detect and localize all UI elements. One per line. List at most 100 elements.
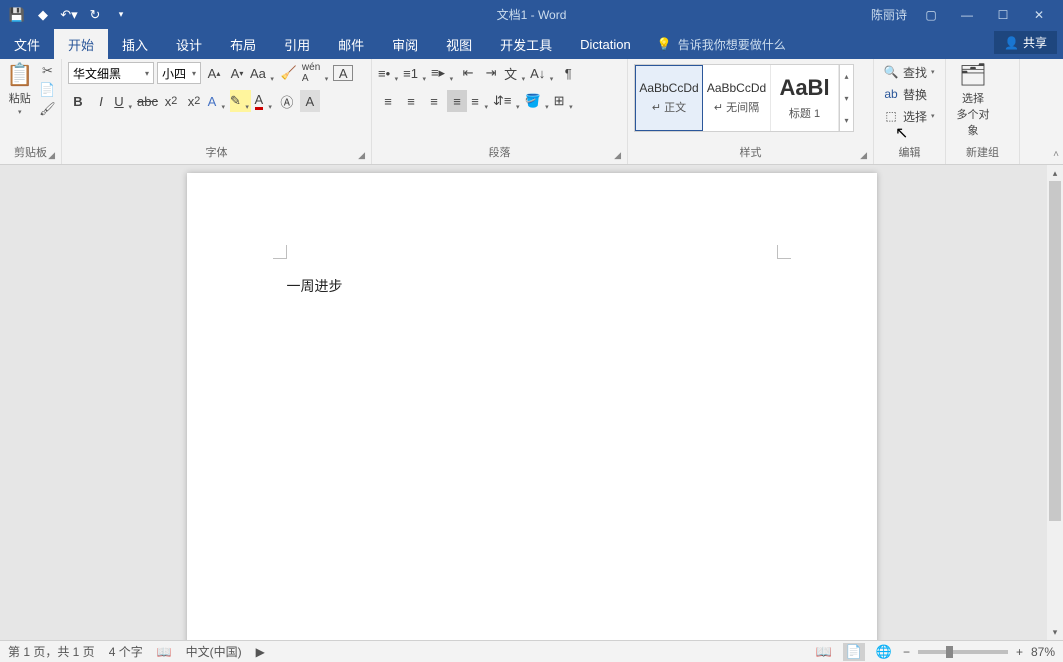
- highlight-button[interactable]: ✎: [230, 90, 251, 112]
- tab-developer[interactable]: 开发工具: [486, 29, 566, 59]
- styles-group-label: 样式 ◢: [634, 142, 867, 164]
- phonetic-guide-button[interactable]: wénA: [302, 62, 330, 84]
- decrease-indent-icon[interactable]: ⇤: [458, 62, 478, 84]
- font-color-button[interactable]: A: [254, 90, 274, 112]
- cut-icon[interactable]: ✂: [37, 62, 57, 80]
- scroll-thumb[interactable]: [1049, 181, 1061, 521]
- tab-view[interactable]: 视图: [432, 29, 486, 59]
- shading-button[interactable]: 🪣: [524, 90, 550, 112]
- collapse-ribbon-icon[interactable]: ˄: [1053, 149, 1059, 160]
- maximize-icon[interactable]: ☐: [985, 3, 1021, 27]
- proofing-icon[interactable]: 📖: [157, 645, 172, 659]
- copy-icon[interactable]: 📄: [37, 81, 57, 99]
- font-name-combo[interactable]: 华文细黑 ▾: [68, 62, 154, 84]
- character-border-icon[interactable]: A: [333, 65, 353, 81]
- macro-icon[interactable]: ▶: [256, 645, 265, 659]
- page-info[interactable]: 第 1 页，共 1 页: [8, 643, 95, 660]
- tab-references[interactable]: 引用: [270, 29, 324, 59]
- find-button[interactable]: 🔍 查找 ▾: [880, 62, 938, 82]
- qat-customize-icon[interactable]: ▾: [110, 4, 132, 26]
- styles-more-icon[interactable]: ▾: [840, 109, 853, 131]
- align-center-icon[interactable]: ≡: [401, 90, 421, 112]
- save-icon[interactable]: 💾: [6, 4, 28, 26]
- document-content[interactable]: 一周进步: [287, 275, 344, 296]
- tab-file[interactable]: 文件: [0, 29, 54, 59]
- character-shading-icon[interactable]: A: [300, 90, 320, 112]
- scroll-up-icon[interactable]: ▴: [1047, 165, 1063, 181]
- zoom-in-icon[interactable]: +: [1016, 645, 1023, 659]
- enclose-characters-icon[interactable]: Ⓐ: [277, 90, 297, 112]
- styles-launcher-icon[interactable]: ◢: [860, 150, 867, 161]
- replace-button[interactable]: ab 替换: [880, 84, 938, 104]
- bullets-button[interactable]: ≡•: [378, 62, 400, 84]
- zoom-slider[interactable]: [918, 650, 1008, 654]
- styles-scroll: ▴ ▾ ▾: [839, 65, 853, 131]
- paste-button[interactable]: 📋 粘贴 ▾: [6, 62, 33, 116]
- font-launcher-icon[interactable]: ◢: [358, 150, 365, 161]
- bold-button[interactable]: B: [68, 90, 88, 112]
- tab-design[interactable]: 设计: [162, 29, 216, 59]
- tab-home[interactable]: 开始: [54, 29, 108, 59]
- read-mode-icon[interactable]: 📖: [813, 643, 835, 661]
- text-effects-button[interactable]: A: [207, 90, 227, 112]
- tab-insert[interactable]: 插入: [108, 29, 162, 59]
- close-icon[interactable]: ✕: [1021, 3, 1057, 27]
- zoom-out-icon[interactable]: −: [903, 645, 910, 659]
- show-marks-icon[interactable]: ¶: [558, 62, 578, 84]
- styles-down-icon[interactable]: ▾: [840, 87, 853, 109]
- tab-dictation[interactable]: Dictation: [566, 29, 645, 59]
- clipboard-launcher-icon[interactable]: ◢: [48, 150, 55, 161]
- grow-font-icon[interactable]: A▴: [204, 62, 224, 84]
- sort-button[interactable]: A↓: [530, 62, 555, 84]
- distribute-button[interactable]: ≡: [470, 90, 490, 112]
- underline-button[interactable]: U: [114, 90, 134, 112]
- shrink-font-icon[interactable]: A▾: [227, 62, 247, 84]
- subscript-button[interactable]: x2: [161, 90, 181, 112]
- style-nospacing[interactable]: AaBbCcDd ↵ 无间隔: [703, 65, 771, 131]
- increase-indent-icon[interactable]: ⇥: [481, 62, 501, 84]
- ribbon-display-icon[interactable]: ▢: [913, 3, 949, 27]
- web-layout-icon[interactable]: 🌐: [873, 643, 895, 661]
- print-layout-icon[interactable]: 📄: [843, 643, 865, 661]
- clear-formatting-icon[interactable]: 🧹: [279, 62, 299, 84]
- style-preview: AaBbCcDd: [707, 81, 766, 95]
- style-heading1[interactable]: AaBl 标题 1: [771, 65, 839, 131]
- scroll-down-icon[interactable]: ▾: [1047, 624, 1063, 640]
- share-button[interactable]: 👤 共享: [994, 31, 1057, 54]
- asian-layout-button[interactable]: 文: [504, 62, 527, 84]
- change-case-button[interactable]: Aa: [250, 62, 276, 84]
- format-painter-icon[interactable]: 🖌: [37, 100, 57, 118]
- borders-button[interactable]: ⊞: [554, 90, 575, 112]
- vertical-scrollbar[interactable]: ▴ ▾: [1047, 165, 1063, 640]
- language-status[interactable]: 中文(中国): [186, 643, 242, 660]
- zoom-thumb[interactable]: [946, 646, 953, 658]
- minimize-icon[interactable]: —: [949, 3, 985, 27]
- select-multiple-button[interactable]: 🗂 选择 多个对象: [952, 62, 994, 138]
- word-count[interactable]: 4 个字: [109, 643, 143, 660]
- align-right-icon[interactable]: ≡: [424, 90, 444, 112]
- document-area[interactable]: 一周进步: [0, 165, 1063, 640]
- redo-icon[interactable]: ↻: [84, 4, 106, 26]
- numbering-button[interactable]: ≡1: [403, 62, 428, 84]
- select-button[interactable]: ⬚ 选择 ▾: [880, 106, 938, 126]
- align-left-icon[interactable]: ≡: [378, 90, 398, 112]
- multilevel-list-button[interactable]: ≡▸: [431, 62, 455, 84]
- style-normal[interactable]: AaBbCcDd ↵ 正文: [635, 65, 703, 131]
- font-size-combo[interactable]: 小四 ▾: [157, 62, 201, 84]
- line-spacing-button[interactable]: ⇵≡: [493, 90, 521, 112]
- justify-icon[interactable]: ≡: [447, 90, 467, 112]
- superscript-button[interactable]: x2: [184, 90, 204, 112]
- undo-icon[interactable]: ↶▾: [58, 4, 80, 26]
- zoom-value[interactable]: 87%: [1031, 645, 1055, 659]
- tab-review[interactable]: 审阅: [378, 29, 432, 59]
- tell-me-box[interactable]: 💡 告诉我你想要做什么: [657, 29, 786, 59]
- tab-layout[interactable]: 布局: [216, 29, 270, 59]
- strikethrough-button[interactable]: abc: [137, 90, 158, 112]
- page[interactable]: 一周进步: [187, 173, 877, 640]
- italic-button[interactable]: I: [91, 90, 111, 112]
- paragraph-launcher-icon[interactable]: ◢: [614, 150, 621, 161]
- paragraph-group-label: 段落 ◢: [378, 142, 621, 164]
- tab-mailings[interactable]: 邮件: [324, 29, 378, 59]
- repeat-icon[interactable]: ◆: [32, 4, 54, 26]
- styles-up-icon[interactable]: ▴: [840, 65, 853, 87]
